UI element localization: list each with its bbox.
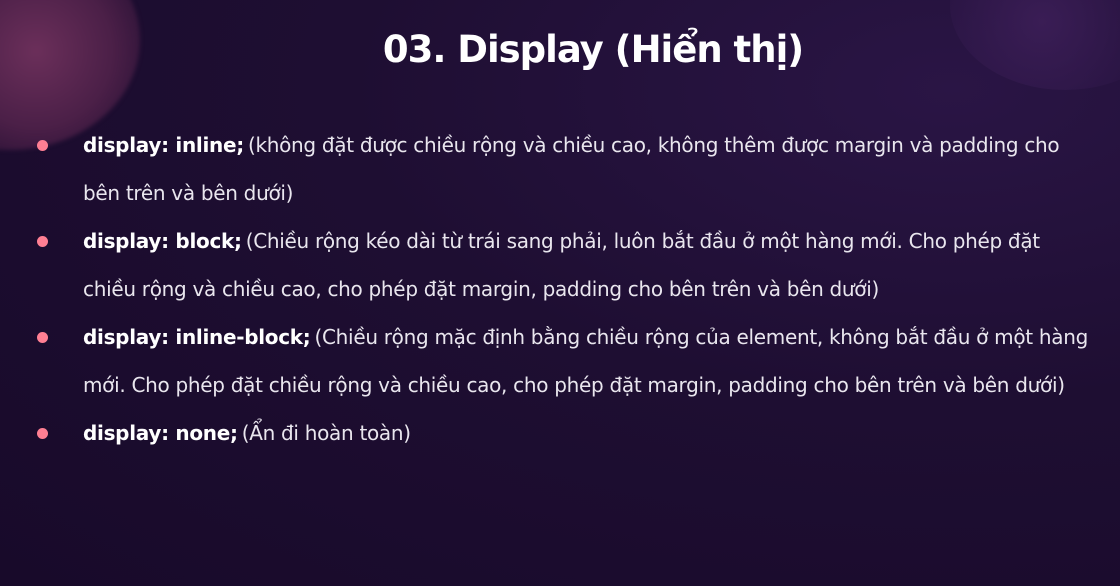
property-description: (Ẩn đi hoàn toàn) [241, 421, 411, 445]
display-property-list: display: inline; (không đặt được chiều rộ… [37, 121, 1093, 457]
slide-canvas: 03. Display (Hiển thị) display: inline;(… [0, 0, 1120, 586]
slide-title: 03. Display (Hiển thị) [382, 28, 804, 71]
list-item-display-inline-block: display: inline-block; (Chiều rộng mặc đị… [37, 313, 1093, 409]
list-item-display-inline: display: inline; (không đặt được chiều rộ… [37, 121, 1093, 217]
bullet-icon [37, 428, 48, 439]
property-code: display: inline; [83, 133, 244, 157]
bullet-icon [37, 332, 48, 343]
property-code: display: none; [83, 421, 238, 445]
property-code: display: block; [83, 229, 242, 253]
list-item-display-block: display: block; (Chiều rộng kéo dài từ tr… [37, 217, 1093, 313]
bullet-icon [37, 140, 48, 151]
bullet-icon [37, 236, 48, 247]
list-item-display-none: display: none; (Ẩn đi hoàn toàn) [37, 409, 1093, 457]
property-code: display: inline-block; [83, 325, 311, 349]
